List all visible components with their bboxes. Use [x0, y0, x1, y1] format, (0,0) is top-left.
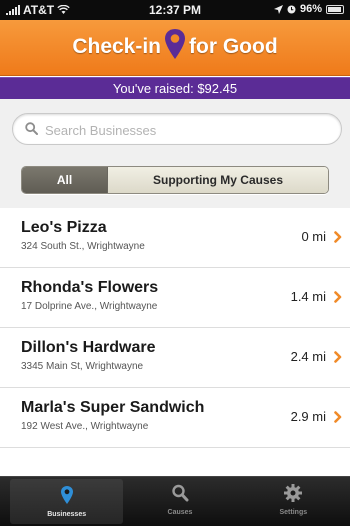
search-box[interactable] — [12, 113, 342, 145]
chevron-right-icon — [334, 231, 342, 243]
tab-label: Businesses — [47, 511, 87, 518]
status-right: 96% — [273, 3, 344, 15]
business-distance: 2.9 mi — [290, 409, 326, 424]
business-distance: 1.4 mi — [290, 289, 326, 304]
search-icon — [172, 484, 189, 502]
app-logo: Check-in for Good — [0, 29, 350, 60]
tab-label: Settings — [279, 509, 308, 516]
status-bar: AT&T 12:37 PM 96% — [0, 0, 350, 20]
business-address: 324 South St., Wrightwayne — [21, 241, 145, 252]
business-row[interactable]: Dillon's Hardware 3345 Main St, Wrightwa… — [0, 328, 350, 388]
tab-businesses[interactable]: Businesses — [10, 479, 124, 524]
business-distance: 0 mi — [301, 229, 326, 244]
tab-label: Causes — [167, 509, 193, 516]
logo-text-right: for Good — [189, 35, 278, 58]
tab-bar: Businesses Causes Settings — [0, 476, 350, 526]
business-distance: 2.4 mi — [290, 349, 326, 364]
search-input[interactable] — [45, 120, 325, 140]
battery-percent: 96% — [299, 3, 322, 15]
gear-icon — [284, 484, 303, 502]
business-list: Leo's Pizza 324 South St., Wrightwayne 0… — [0, 208, 350, 448]
chevron-right-icon — [334, 351, 342, 363]
business-row[interactable]: Rhonda's Flowers 17 Dolprine Ave., Wrigh… — [0, 268, 350, 328]
chevron-right-icon — [334, 291, 342, 303]
business-name: Leo's Pizza — [21, 219, 107, 236]
alarm-icon — [287, 5, 296, 13]
business-row[interactable]: Marla's Super Sandwich 192 West Ave., Wr… — [0, 388, 350, 448]
app-header: Check-in for Good — [0, 20, 350, 76]
business-name: Rhonda's Flowers — [21, 279, 159, 296]
search-icon — [25, 122, 38, 135]
tab-settings[interactable]: Settings — [237, 477, 350, 526]
filter-segmented-control: All Supporting My Causes — [21, 166, 329, 194]
business-name: Marla's Super Sandwich — [21, 399, 205, 416]
logo-pin-icon — [165, 29, 186, 59]
business-name: Dillon's Hardware — [21, 339, 156, 356]
location-arrow-icon — [273, 4, 283, 14]
amount-raised-banner: You've raised: $92.45 — [0, 77, 350, 99]
logo-text-left: Check-in — [72, 35, 162, 58]
business-row[interactable]: Leo's Pizza 324 South St., Wrightwayne 0… — [0, 208, 350, 268]
chevron-right-icon — [334, 411, 342, 423]
tab-causes[interactable]: Causes — [123, 477, 236, 526]
battery-icon — [326, 4, 344, 14]
business-address: 3345 Main St, Wrightwayne — [21, 361, 144, 372]
business-address: 17 Dolprine Ave., Wrightwayne — [21, 301, 158, 312]
map-pin-icon — [60, 486, 73, 504]
filter-supporting-causes-button[interactable]: Supporting My Causes — [108, 167, 328, 193]
business-address: 192 West Ave., Wrightwayne — [21, 421, 149, 432]
filter-all-button[interactable]: All — [22, 167, 108, 193]
